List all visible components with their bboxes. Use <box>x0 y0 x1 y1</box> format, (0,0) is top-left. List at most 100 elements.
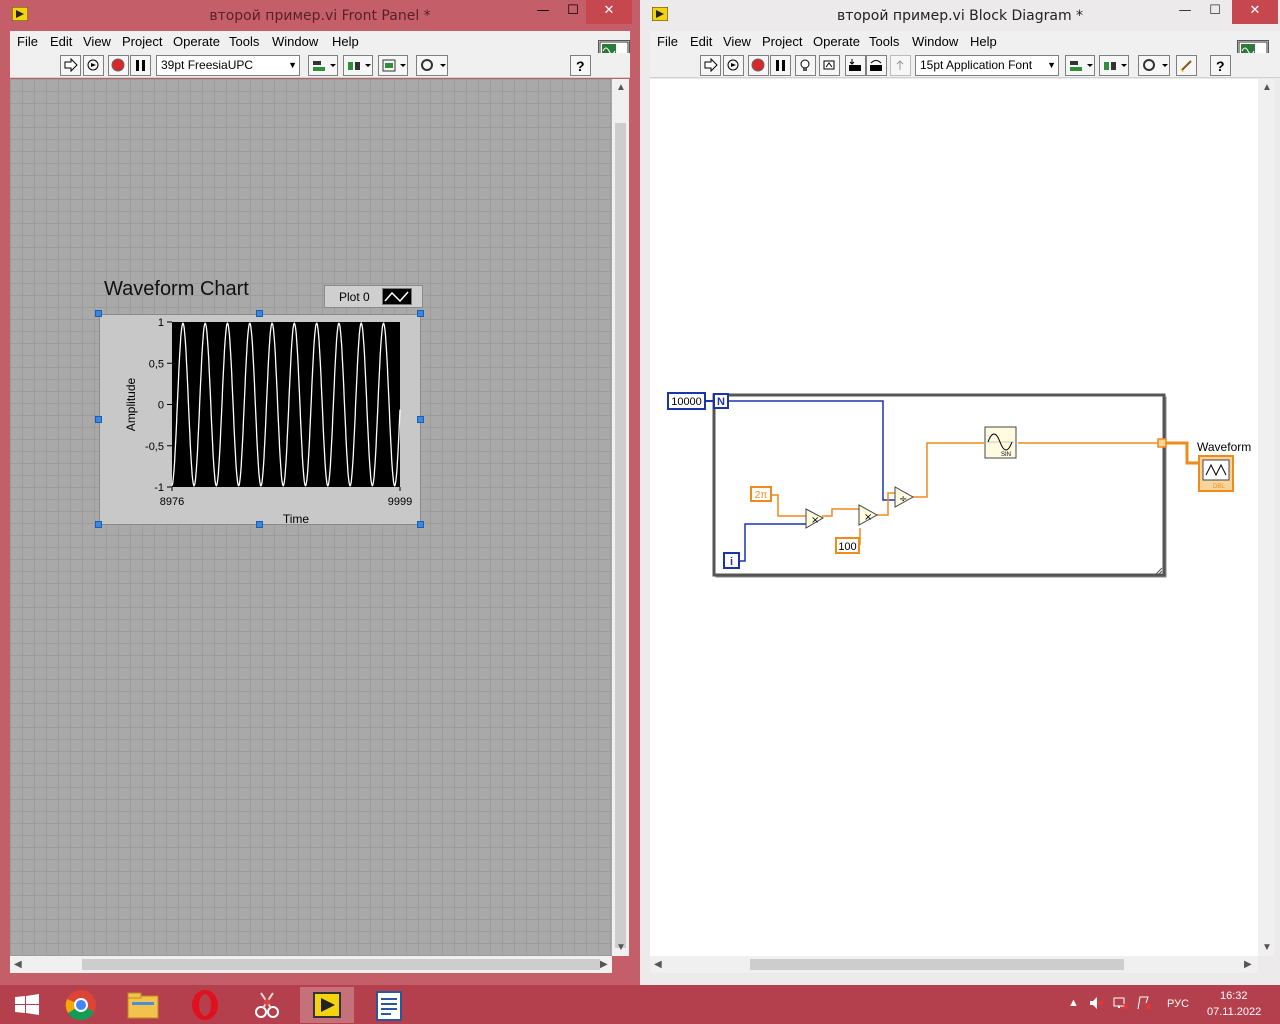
menu-help[interactable]: Help <box>970 34 997 49</box>
waveform-chart[interactable]: 1 0,5 0 -0,5 -1 8976 9999 Time Amplitude <box>99 314 421 526</box>
two-pi-constant[interactable]: 2π <box>750 486 772 502</box>
clean-up-diagram-button[interactable] <box>1176 55 1197 76</box>
resize-handle[interactable] <box>256 521 263 528</box>
scroll-up-icon[interactable]: ▲ <box>616 82 626 93</box>
start-button[interactable] <box>2 987 52 1023</box>
chrome-taskbar-button[interactable] <box>56 987 106 1023</box>
menu-help[interactable]: Help <box>332 34 359 49</box>
count-constant[interactable]: 10000 <box>667 392 706 410</box>
block-diagram-canvas[interactable]: 10000 N i 2π 100 × × ÷ SIN Waveform DBL <box>650 79 1258 956</box>
abort-button[interactable] <box>748 55 769 76</box>
context-help-button[interactable]: ? <box>570 55 591 76</box>
clock-time[interactable]: 16:32 <box>1220 990 1248 1002</box>
show-hidden-icons-button[interactable]: ▲ <box>1068 997 1079 1009</box>
waveform-chart-terminal[interactable]: DBL <box>1198 455 1234 492</box>
scroll-down-icon[interactable]: ▼ <box>1262 942 1272 953</box>
scroll-thumb[interactable] <box>615 123 626 948</box>
loop-tunnel[interactable] <box>1157 438 1167 448</box>
retain-wire-values-button[interactable] <box>819 55 840 76</box>
close-button[interactable]: ✕ <box>586 0 632 24</box>
menu-window[interactable]: Window <box>912 34 958 49</box>
maximize-button[interactable]: ☐ <box>1202 0 1228 24</box>
menu-edit[interactable]: Edit <box>690 34 712 49</box>
resize-handle[interactable] <box>417 521 424 528</box>
menu-tools[interactable]: Tools <box>869 34 899 49</box>
menu-operate[interactable]: Operate <box>173 34 220 49</box>
menu-tools[interactable]: Tools <box>229 34 259 49</box>
resize-handle[interactable] <box>95 521 102 528</box>
vertical-scrollbar[interactable]: ▲ ▼ <box>1258 79 1275 956</box>
scroll-left-icon[interactable]: ◀ <box>14 959 22 970</box>
menu-file[interactable]: File <box>17 34 38 49</box>
align-objects-button[interactable] <box>308 55 338 76</box>
labview-taskbar-button[interactable] <box>300 987 354 1023</box>
resize-handle[interactable] <box>95 310 102 317</box>
snipping-tool-taskbar-button[interactable] <box>242 987 292 1023</box>
chart-title[interactable]: Waveform Chart <box>104 278 249 301</box>
scroll-thumb[interactable] <box>82 959 600 970</box>
network-icon[interactable] <box>1112 995 1130 1014</box>
resize-handle[interactable] <box>256 310 263 317</box>
step-out-button[interactable] <box>890 55 911 76</box>
minimize-button[interactable]: — <box>530 0 556 24</box>
menu-edit[interactable]: Edit <box>50 34 72 49</box>
reorder-button[interactable] <box>416 55 448 76</box>
distribute-objects-button[interactable] <box>343 55 373 76</box>
menu-file[interactable]: File <box>657 34 678 49</box>
scroll-left-icon[interactable]: ◀ <box>654 959 662 970</box>
divisor-constant[interactable]: 100 <box>835 537 860 554</box>
close-button[interactable]: ✕ <box>1232 0 1278 24</box>
menu-project[interactable]: Project <box>762 34 802 49</box>
front-panel-titlebar[interactable]: второй пример.vi Front Panel * — ☐ ✕ <box>0 0 640 30</box>
vertical-scrollbar[interactable]: ▲ ▼ <box>612 79 629 956</box>
resize-objects-button[interactable] <box>378 55 408 76</box>
menu-view[interactable]: View <box>83 34 111 49</box>
block-diagram-titlebar[interactable]: второй пример.vi Block Diagram * — ☐ ✕ <box>640 0 1280 30</box>
run-button[interactable] <box>60 55 81 76</box>
file-explorer-taskbar-button[interactable] <box>118 987 168 1023</box>
run-continuously-button[interactable] <box>83 55 104 76</box>
scroll-right-icon[interactable]: ▶ <box>600 959 608 970</box>
clock-date[interactable]: 07.11.2022 <box>1207 1006 1261 1018</box>
array-wire[interactable] <box>1166 441 1199 465</box>
abort-button[interactable] <box>108 55 129 76</box>
menu-project[interactable]: Project <box>122 34 162 49</box>
context-help-button[interactable]: ? <box>1210 55 1231 76</box>
run-button[interactable] <box>700 55 721 76</box>
word-taskbar-button[interactable] <box>364 987 414 1023</box>
pause-button[interactable] <box>770 55 791 76</box>
loop-count-terminal[interactable]: N <box>713 393 729 409</box>
menu-view[interactable]: View <box>723 34 751 49</box>
language-indicator[interactable]: РУС <box>1167 998 1189 1010</box>
font-selector[interactable]: 15pt Application Font ▼ <box>915 55 1059 76</box>
menu-operate[interactable]: Operate <box>813 34 860 49</box>
reorder-button[interactable] <box>1138 55 1170 76</box>
action-center-icon[interactable] <box>1136 995 1154 1014</box>
scroll-down-icon[interactable]: ▼ <box>616 942 626 953</box>
font-selector[interactable]: 39pt FreesiaUPC ▼ <box>156 55 300 76</box>
minimize-button[interactable]: — <box>1172 0 1198 24</box>
plot-legend[interactable]: Plot 0 <box>324 285 423 308</box>
scroll-right-icon[interactable]: ▶ <box>1244 959 1252 970</box>
opera-taskbar-button[interactable] <box>180 987 230 1023</box>
step-over-button[interactable] <box>866 55 887 76</box>
for-loop[interactable] <box>712 393 1167 578</box>
step-into-button[interactable] <box>845 55 866 76</box>
run-continuously-button[interactable] <box>723 55 744 76</box>
resize-handle[interactable] <box>95 416 102 423</box>
highlight-execution-button[interactable] <box>795 55 816 76</box>
menu-window[interactable]: Window <box>272 34 318 49</box>
resize-handle[interactable] <box>417 310 424 317</box>
pause-button[interactable] <box>130 55 151 76</box>
horizontal-scrollbar[interactable]: ◀ ▶ <box>10 956 612 973</box>
scroll-thumb[interactable] <box>750 959 1124 970</box>
resize-handle[interactable] <box>417 416 424 423</box>
volume-muted-icon[interactable] <box>1088 995 1104 1014</box>
sine-function[interactable]: SIN <box>984 426 1017 459</box>
horizontal-scrollbar[interactable]: ◀ ▶ <box>650 956 1258 973</box>
scroll-up-icon[interactable]: ▲ <box>1262 82 1272 93</box>
maximize-button[interactable]: ☐ <box>560 0 586 24</box>
align-objects-button[interactable] <box>1065 55 1095 76</box>
iteration-terminal[interactable]: i <box>723 552 740 569</box>
distribute-objects-button[interactable] <box>1099 55 1129 76</box>
